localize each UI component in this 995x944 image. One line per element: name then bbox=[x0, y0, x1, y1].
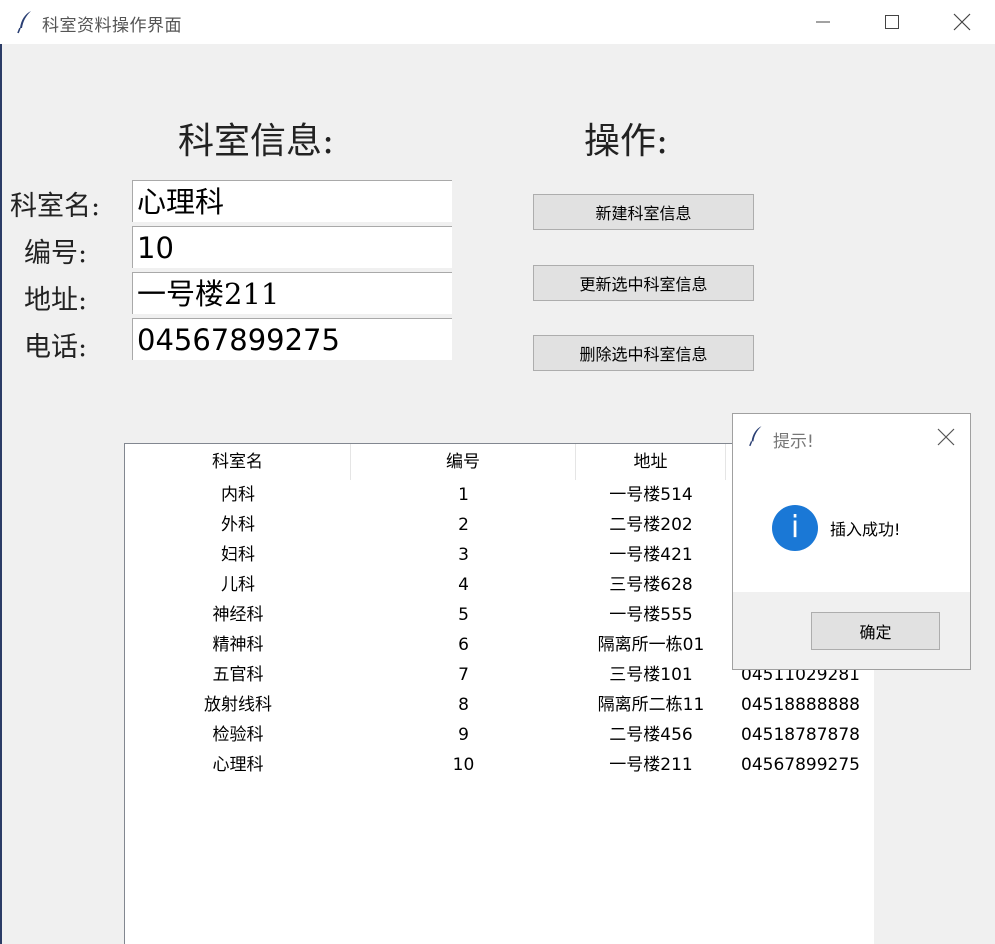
cell-name: 内科 bbox=[221, 485, 255, 505]
actions-heading: 操作: bbox=[584, 121, 669, 162]
dialog-message: 插入成功! bbox=[830, 520, 901, 539]
maximize-button[interactable] bbox=[857, 0, 927, 44]
maximize-icon bbox=[885, 15, 899, 29]
create-department-button[interactable]: 新建科室信息 bbox=[533, 194, 754, 230]
id-input[interactable]: 10 bbox=[132, 226, 452, 268]
cell-name: 外科 bbox=[221, 515, 255, 535]
phone-input[interactable]: 04567899275 bbox=[132, 318, 452, 360]
cell-id: 5 bbox=[458, 605, 469, 625]
name-label: 科室名: bbox=[10, 191, 101, 222]
minimize-icon bbox=[816, 21, 830, 23]
cell-phone: 04518787878 bbox=[741, 725, 860, 745]
cell-address: 一号楼421 bbox=[609, 545, 693, 565]
dialog-title: 提示! bbox=[773, 432, 814, 452]
cell-address: 二号楼456 bbox=[609, 725, 693, 745]
id-label: 编号: bbox=[24, 238, 88, 269]
column-header-name[interactable]: 科室名 bbox=[125, 444, 351, 480]
column-header-address[interactable]: 地址 bbox=[576, 444, 726, 480]
close-button[interactable] bbox=[927, 0, 995, 44]
cell-name: 神经科 bbox=[212, 605, 264, 625]
cell-id: 1 bbox=[458, 485, 469, 505]
cell-id: 9 bbox=[458, 725, 469, 745]
cell-address: 一号楼555 bbox=[609, 605, 693, 625]
cell-name: 放射线科 bbox=[204, 695, 272, 715]
cell-phone: 04567899275 bbox=[741, 755, 860, 775]
phone-label: 电话: bbox=[24, 332, 88, 363]
feather-icon bbox=[749, 426, 762, 447]
cell-address: 一号楼211 bbox=[609, 755, 693, 775]
cell-name: 妇科 bbox=[221, 545, 255, 565]
cell-id: 4 bbox=[458, 575, 469, 595]
cell-address: 隔离所二栋11 bbox=[597, 695, 705, 715]
table-row[interactable]: 检验科 9 二号楼456 04518787878 bbox=[125, 720, 875, 750]
message-dialog: 提示! i 插入成功! 确定 bbox=[732, 413, 971, 670]
dialog-close-button[interactable] bbox=[931, 424, 961, 450]
address-input[interactable]: 一号楼211 bbox=[132, 272, 452, 314]
cell-name: 儿科 bbox=[221, 575, 255, 595]
table-row[interactable]: 心理科 10 一号楼211 04567899275 bbox=[125, 750, 875, 780]
cell-id: 6 bbox=[458, 635, 469, 655]
cell-name: 检验科 bbox=[212, 725, 264, 745]
address-label: 地址: bbox=[24, 285, 88, 316]
cell-name: 心理科 bbox=[212, 755, 264, 775]
window-title: 科室资料操作界面 bbox=[42, 16, 182, 36]
close-icon bbox=[937, 428, 955, 446]
cell-phone: 04518888888 bbox=[741, 695, 860, 715]
minimize-button[interactable] bbox=[788, 0, 858, 44]
form-heading: 科室信息: bbox=[178, 121, 335, 162]
cell-address: 隔离所一栋01 bbox=[597, 635, 705, 655]
info-icon: i bbox=[772, 505, 818, 551]
cell-id: 7 bbox=[458, 665, 469, 685]
window-edge bbox=[0, 44, 2, 944]
cell-address: 一号楼514 bbox=[609, 485, 693, 505]
name-input[interactable]: 心理科 bbox=[132, 180, 452, 222]
title-bar: 科室资料操作界面 bbox=[0, 0, 995, 44]
ok-button[interactable]: 确定 bbox=[811, 612, 940, 650]
update-department-button[interactable]: 更新选中科室信息 bbox=[533, 265, 754, 301]
cell-address: 三号楼101 bbox=[609, 665, 693, 685]
cell-address: 三号楼628 bbox=[609, 575, 693, 595]
table-row[interactable]: 放射线科 8 隔离所二栋11 04518888888 bbox=[125, 690, 875, 720]
cell-id: 2 bbox=[458, 515, 469, 535]
column-header-id[interactable]: 编号 bbox=[351, 444, 576, 480]
cell-name: 精神科 bbox=[212, 635, 264, 655]
cell-id: 3 bbox=[458, 545, 469, 565]
feather-icon bbox=[17, 11, 31, 34]
cell-id: 8 bbox=[458, 695, 469, 715]
cell-name: 五官科 bbox=[212, 665, 264, 685]
close-icon bbox=[953, 13, 971, 31]
cell-id: 10 bbox=[452, 755, 475, 775]
delete-department-button[interactable]: 删除选中科室信息 bbox=[533, 335, 754, 371]
cell-address: 二号楼202 bbox=[609, 515, 693, 535]
